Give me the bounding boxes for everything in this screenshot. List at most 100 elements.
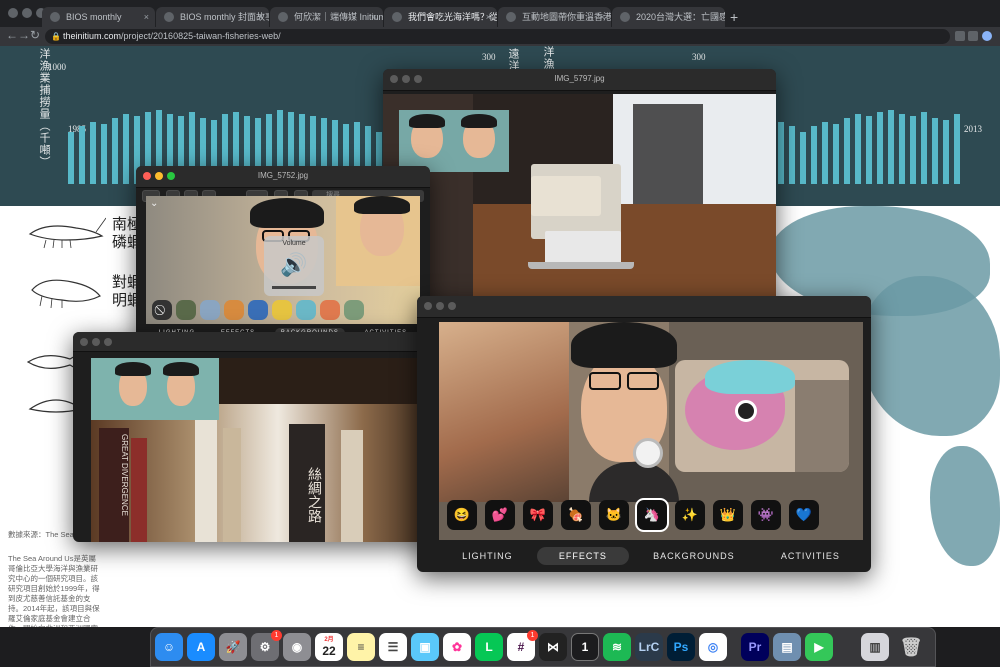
profile-avatar[interactable]	[982, 31, 992, 41]
preview-window-bookshelf: GREAT DIVERGENCE 絲綢之路	[73, 332, 437, 542]
browser-tab[interactable]: 2020台灣大選：亡國感的戰爭×	[612, 7, 725, 27]
close-window-button[interactable]	[8, 8, 18, 18]
background-thumb[interactable]	[224, 300, 244, 320]
chart-bar	[833, 124, 839, 184]
close-tab-icon[interactable]: ×	[486, 7, 491, 27]
finder-icon[interactable]: ☺	[155, 633, 183, 661]
background-thumb[interactable]	[272, 300, 292, 320]
close-tab-icon[interactable]: ×	[144, 7, 149, 27]
browser-tab[interactable]: 何欣潔｜端傳媒 Initium Media×	[270, 7, 383, 27]
zoom-window-button[interactable]	[104, 338, 112, 346]
background-thumb[interactable]	[296, 300, 316, 320]
reload-icon[interactable]: ↻	[30, 28, 40, 42]
line-icon[interactable]: L	[475, 633, 503, 661]
preview-window-img5797: IMG_5797.jpg	[383, 69, 776, 308]
tab-effects[interactable]: EFFECTS	[536, 547, 629, 565]
chart-bar	[811, 126, 817, 184]
image-capture-icon[interactable]: ▤	[773, 633, 801, 661]
background-thumb[interactable]	[200, 300, 220, 320]
sticker-cat-icon[interactable]: 🐱	[599, 500, 629, 530]
lock-icon: 🔒	[51, 32, 61, 41]
map-landmass	[860, 276, 1000, 436]
sticker-crown-icon[interactable]: 👑	[713, 500, 743, 530]
sticker-bbq-icon[interactable]: 🍖	[561, 500, 591, 530]
notes-icon[interactable]: ≡	[347, 633, 375, 661]
backgrounds-strip: ⃠	[146, 300, 420, 322]
chart-bar	[910, 116, 916, 184]
close-window-button[interactable]	[424, 302, 432, 310]
minimize-window-button[interactable]	[92, 338, 100, 346]
close-tab-icon[interactable]: ×	[372, 7, 377, 27]
chart-bar	[899, 114, 905, 184]
close-tab-icon[interactable]: ×	[600, 7, 605, 27]
spotify-icon[interactable]: ≋	[603, 633, 631, 661]
sticker-hearts-icon[interactable]: 💕	[485, 500, 515, 530]
system-preferences-icon[interactable]: ⚙ 1	[251, 630, 282, 661]
launchpad-icon[interactable]: 🚀	[219, 633, 247, 661]
shutter-button[interactable]	[633, 438, 663, 468]
close-tab-icon[interactable]: ×	[714, 7, 719, 27]
poster-illustration	[439, 322, 569, 502]
minimize-window-button[interactable]	[22, 8, 32, 18]
mail-app-icon[interactable]: ⋈	[539, 633, 567, 661]
tab-lighting[interactable]: LIGHTING	[440, 547, 535, 565]
chart-bar	[954, 114, 960, 184]
tab-backgrounds[interactable]: BACKGROUNDS	[631, 547, 757, 565]
premiere-icon[interactable]: Pr	[741, 633, 769, 661]
new-tab-button[interactable]: +	[730, 9, 738, 25]
lightroom-icon[interactable]: LrC	[635, 633, 663, 661]
facetime-thumbnail	[91, 358, 219, 420]
url-field[interactable]: 🔒 theinitium.com/project/20160825-taiwan…	[45, 29, 950, 44]
facetime-photo: ⌄ Volume 🔊 ⃠ LIGHTING EFFECTS BACKGROUND…	[146, 196, 420, 346]
chart-mid-value: 300	[482, 52, 496, 62]
background-thumb[interactable]	[320, 300, 340, 320]
chart-left-value: 1000	[48, 62, 66, 72]
browser-tab[interactable]: BIOS monthly 封面故事 AW - h×	[156, 7, 269, 27]
photo-booth-icon[interactable]: ◉	[283, 633, 311, 661]
close-window-button[interactable]	[80, 338, 88, 346]
chart-bar	[101, 124, 107, 184]
minimize-window-button[interactable]	[436, 302, 444, 310]
extension-icon[interactable]	[955, 31, 965, 41]
chevron-down-icon[interactable]: ⌄	[150, 198, 158, 209]
extension-icon[interactable]	[968, 31, 978, 41]
forward-arrow-icon[interactable]: →	[18, 28, 30, 42]
chart-bar	[778, 122, 784, 184]
slack-icon[interactable]: #1	[507, 630, 538, 661]
background-thumb[interactable]	[176, 300, 196, 320]
camera-mode-tabs: LIGHTING EFFECTS BACKGROUNDS ACTIVITIES	[439, 540, 863, 572]
data-source-note: 數據來源：The Sea The Sea Around Us是英屬哥倫比亞大學海…	[8, 530, 100, 627]
favicon-icon	[620, 12, 630, 22]
shrimp-icon	[31, 279, 101, 309]
chart-bar	[789, 126, 795, 184]
facetime-icon[interactable]: ▶	[805, 633, 833, 661]
sticker-laughing-icon[interactable]: 😆	[447, 500, 477, 530]
preview-icon[interactable]: ▣	[411, 633, 439, 661]
sticker-bow-icon[interactable]: 🎀	[523, 500, 553, 530]
sticker-stars-icon[interactable]: ✨	[675, 500, 705, 530]
tab-activities[interactable]: ACTIVITIES	[759, 547, 862, 565]
back-arrow-icon[interactable]: ←	[6, 28, 18, 42]
chrome-icon[interactable]: ◎	[699, 633, 727, 661]
close-tab-icon[interactable]: ×	[258, 7, 263, 27]
browser-tab[interactable]: BIOS monthly ×	[42, 7, 155, 27]
sticker-monster-icon[interactable]: 👾	[751, 500, 781, 530]
background-thumb[interactable]	[344, 300, 364, 320]
sticker-unicorn-icon[interactable]: 🦄	[635, 498, 669, 532]
browser-tab[interactable]: 互動地圖帶你重溫香港六七暴動×	[498, 7, 611, 27]
photos-icon[interactable]: ✿	[443, 633, 471, 661]
documents-folder-icon[interactable]: ▥	[861, 633, 889, 661]
sticker-heart-icon[interactable]: 💙	[789, 500, 819, 530]
app-store-icon[interactable]: A	[187, 633, 215, 661]
window-title-bar	[417, 296, 871, 318]
calendar-icon[interactable]: 2月 22	[315, 633, 343, 661]
1password-icon[interactable]: 1	[571, 633, 599, 661]
reminders-icon[interactable]: ☰	[379, 633, 407, 661]
photoshop-icon[interactable]: Ps	[667, 633, 695, 661]
chart-bar	[90, 122, 96, 184]
no-background-icon[interactable]: ⃠	[152, 300, 172, 320]
trash-icon[interactable]: 🗑	[897, 633, 925, 661]
zoom-window-button[interactable]	[448, 302, 456, 310]
background-thumb[interactable]	[248, 300, 268, 320]
browser-tab-active[interactable]: 我們會吃光海洋嗎？從太平洋到×	[384, 7, 497, 27]
